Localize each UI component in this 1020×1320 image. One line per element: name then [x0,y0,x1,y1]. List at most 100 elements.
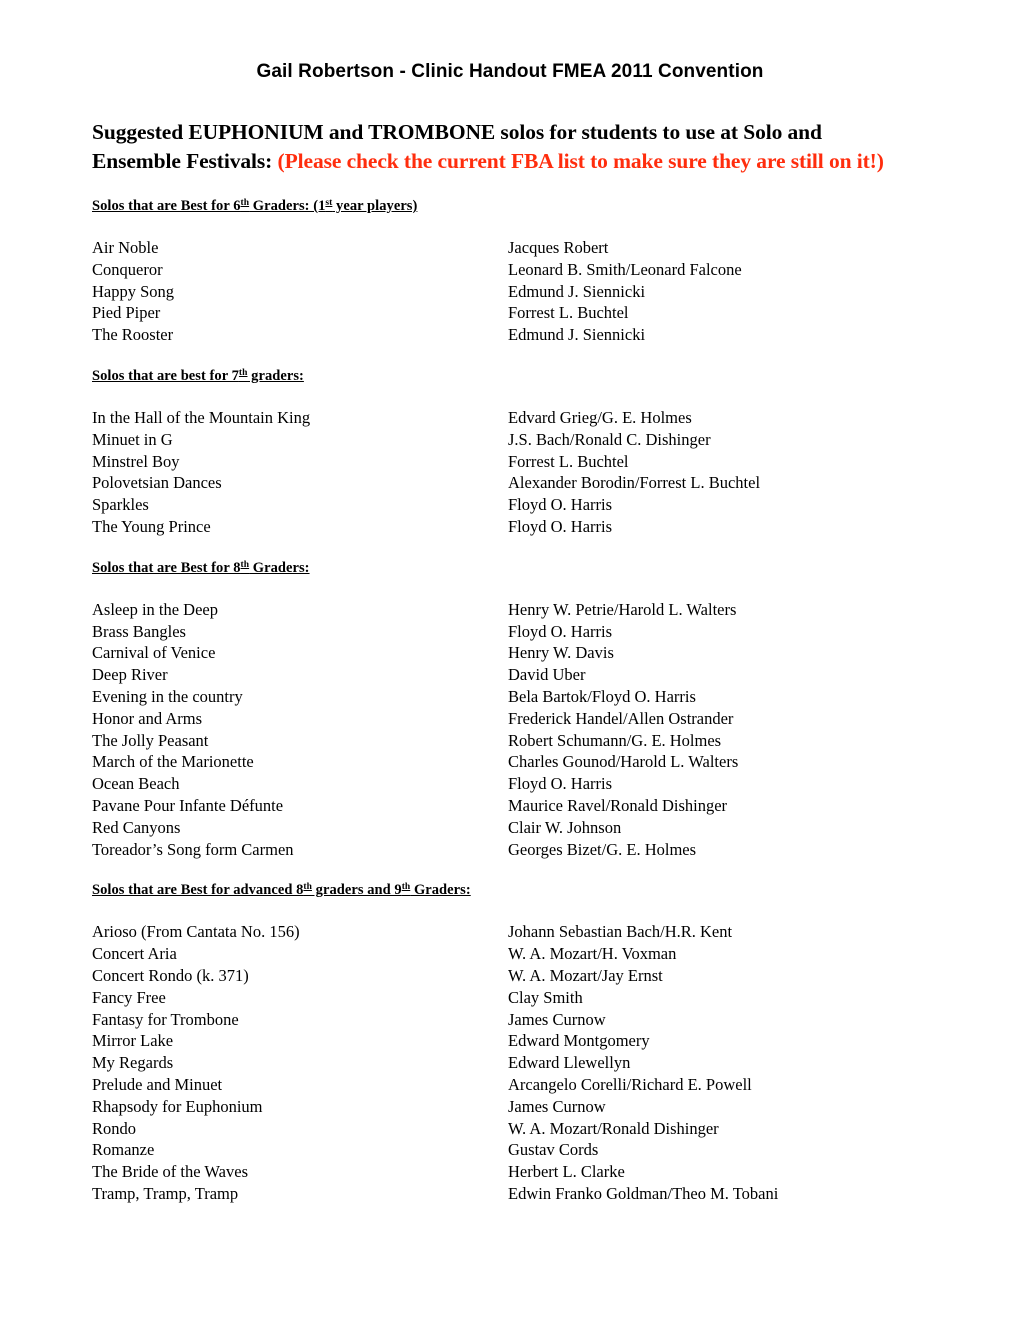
heading-part-mid: Graders: [249,559,310,576]
solo-row: Concert Rondo (k. 371) W. A. Mozart/Jay E… [92,965,928,987]
heading-part-post: Graders: [410,882,471,899]
solo-title: Evening in the country [92,686,243,706]
solo-composer: James Curnow [508,1009,606,1029]
heading-spacer [92,216,928,237]
heading-part-pre: Solos that are Best for 6 [92,198,241,214]
solo-row: Pied Piper Forrest L. Buchtel [92,302,928,324]
section-heading-wrap: Solos that are Best for 8th Graders: [92,559,928,578]
solo-composer: Edward Montgomery [508,1031,650,1051]
solo-composer: Clair W. Johnson [508,817,622,837]
solo-row: My Regards Edward Llewellyn [92,1052,928,1074]
solo-title: Polovetsian Dances [92,473,222,493]
solo-composer: Edmund J. Siennicki [508,281,646,301]
heading-part-sup1: th [303,882,312,893]
solo-title: Arioso (From Cantata No. 156) [92,922,300,942]
solo-row: Evening in the country Bela Bartok/Floyd … [92,686,928,708]
section-heading: Solos that are best for 7th graders: [92,367,304,386]
solo-composer: J.S. Bach/Ronald C. Dishinger [508,429,711,449]
solo-row: Rhapsody for Euphonium James Curnow [92,1096,928,1118]
heading-part-sup1: th [240,198,250,208]
solo-title: The Bride of the Waves [92,1162,248,1182]
solo-row: Concert Aria W. A. Mozart/H. Voxman [92,943,928,965]
solo-composer: Forrest L. Buchtel [508,451,629,471]
solo-row: Conqueror Leonard B. Smith/Leonard Falcon… [92,259,928,281]
solo-composer: Floyd O. Harris [508,495,613,515]
solo-title: Concert Rondo (k. 371) [92,965,249,985]
solo-title: Fancy Free [92,987,166,1007]
subtitle-line-1: Suggested EUPHONIUM and TROMBONE solos f… [92,120,822,144]
solo-row: The Jolly Peasant Robert Schumann/G. E. H… [92,730,928,752]
solo-row: Polovetsian Dances Alexander Borodin/Forr… [92,472,928,494]
solo-row: Pavane Pour Infante Défunte Maurice Ravel… [92,795,928,817]
solo-title: In the Hall of the Mountain King [92,407,311,427]
solo-row: March of the Marionette Charles Gounod/Ha… [92,751,928,773]
solo-title: Minuet in G [92,429,173,449]
section-heading-wrap: Solos that are best for 7th graders: [92,367,928,386]
solo-row: The Rooster Edmund J. Siennicki [92,324,928,346]
sections-container: Solos that are Best for 6th Graders: (1s… [92,176,928,1205]
solo-composer: W. A. Mozart/Jay Ernst [508,965,663,985]
heading-part-pre: Solos that are Best for 8 [92,559,241,576]
solo-row: Fancy Free Clay Smith [92,987,928,1009]
solo-title: Concert Aria [92,944,177,964]
solo-row: Toreador’s Song form Carmen Georges Bizet… [92,839,928,861]
solo-title: Carnival of Venice [92,643,216,663]
solo-title: Conqueror [92,259,163,279]
solo-row: In the Hall of the Mountain King Edvard G… [92,407,928,429]
solo-composer: David Uber [508,665,586,685]
solo-composer: Frederick Handel/Allen Ostrander [508,708,734,728]
solo-title: Honor and Arms [92,708,202,728]
solo-title: The Young Prince [92,516,211,536]
solo-title: March of the Marionette [92,752,254,772]
solo-composer: Charles Gounod/Harold L. Walters [508,752,739,772]
section-solos-that-are-best-for-advanced-8th-gra: Solos that are Best for advanced 8th gra… [92,860,928,1204]
solo-title: Tramp, Tramp, Tramp [92,1183,239,1203]
document-page: Gail Robertson - Clinic Handout FMEA 201… [0,0,1020,1320]
heading-part-sup2: th [401,882,411,893]
solo-composer: Georges Bizet/G. E. Holmes [508,839,697,859]
section-heading: Solos that are Best for 6th Graders: (1s… [92,197,417,216]
section-solos-that-are-best-for-6th-graders-1st-: Solos that are Best for 6th Graders: (1s… [92,176,928,346]
heading-part-mid: graders: [247,367,304,384]
section-solos-that-are-best-for-8th-graders: Solos that are Best for 8th Graders: Asle… [92,538,928,861]
solo-row: Rondo W. A. Mozart/Ronald Dishinger [92,1118,928,1140]
solo-row: Tramp, Tramp, Tramp Edwin Franko Goldman/… [92,1183,928,1205]
solo-list: Asleep in the Deep Henry W. Petrie/Harold… [92,599,928,861]
solo-row: Air Noble Jacques Robert [92,237,928,259]
solo-row: Deep River David Uber [92,664,928,686]
solo-row: The Young Prince Floyd O. Harris [92,516,928,538]
solo-row: Honor and Arms Frederick Handel/Allen Ost… [92,708,928,730]
solo-title: Rondo [92,1118,137,1138]
solo-composer: Floyd O. Harris [508,621,613,641]
solo-row: Fantasy for Trombone James Curnow [92,1009,928,1031]
solo-row: Minuet in G J.S. Bach/Ronald C. Dishinger [92,429,928,451]
solo-row: Mirror Lake Edward Montgomery [92,1030,928,1052]
solo-title: Minstrel Boy [92,451,180,471]
solo-composer: Forrest L. Buchtel [508,303,629,323]
solo-title: Rhapsody for Euphonium [92,1096,263,1116]
solo-composer: W. A. Mozart/H. Voxman [508,944,677,964]
solo-composer: James Curnow [508,1096,606,1116]
solo-composer: Leonard B. Smith/Leonard Falcone [508,259,742,279]
heading-spacer [92,900,928,921]
solo-title: Toreador’s Song form Carmen [92,839,294,859]
section-heading-wrap: Solos that are Best for 6th Graders: (1s… [92,197,928,216]
heading-part-sup1: th [240,559,250,570]
heading-part-post: year players) [332,198,418,214]
solo-title: My Regards [92,1053,174,1073]
solo-title: Deep River [92,665,168,685]
solo-title: Sparkles [92,495,149,515]
solo-composer: Maurice Ravel/Ronald Dishinger [508,795,728,815]
solo-row: Minstrel Boy Forrest L. Buchtel [92,451,928,473]
solo-row: Arioso (From Cantata No. 156) Johann Seba… [92,921,928,943]
solo-title: Happy Song [92,281,175,301]
heading-part-mid: Graders: (1 [249,198,326,214]
solo-title: The Jolly Peasant [92,730,209,750]
solo-composer: Johann Sebastian Bach/H.R. Kent [508,922,733,942]
solo-title: Romanze [92,1140,155,1160]
heading-part-pre: Solos that are best for 7 [92,367,239,384]
solo-row: Romanze Gustav Cords [92,1139,928,1161]
